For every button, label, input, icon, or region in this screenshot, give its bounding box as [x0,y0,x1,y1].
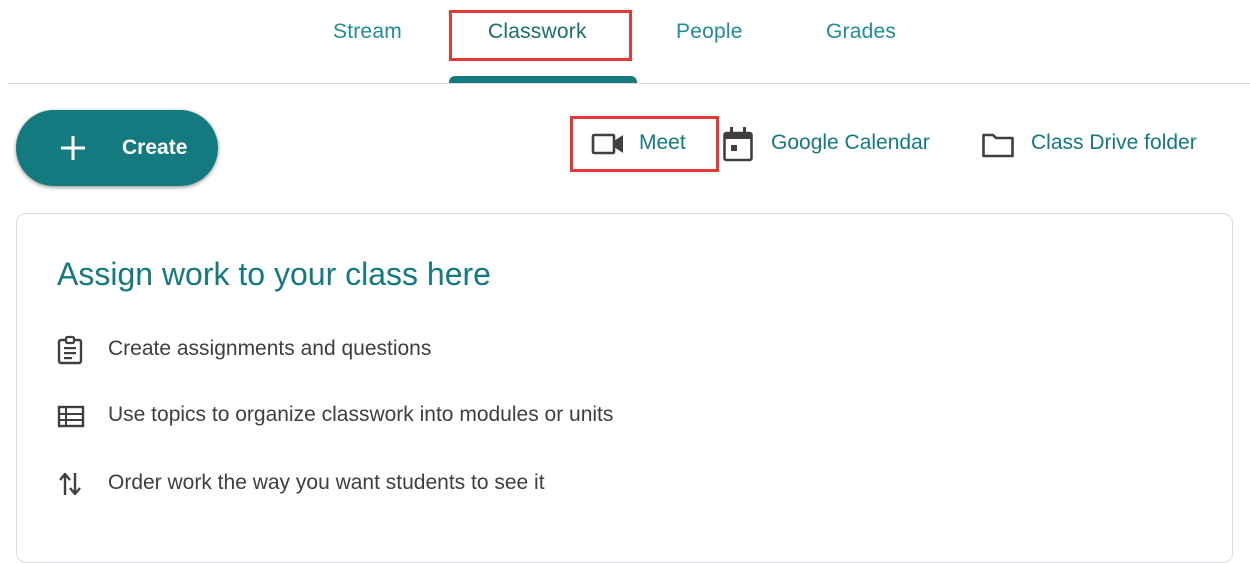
google-calendar-link[interactable]: Google Calendar [722,126,954,162]
assignment-icon [57,335,83,365]
create-button[interactable]: Create [16,110,218,186]
calendar-icon [723,127,753,162]
class-drive-folder-label: Class Drive folder [1031,131,1197,154]
tabs-divider [8,83,1250,84]
plus-icon [61,136,85,160]
topic-list-icon [57,405,85,428]
classwork-highlight-box [449,10,632,61]
tab-stream[interactable]: Stream [333,17,402,47]
tab-grades[interactable]: Grades [826,17,896,47]
card-item: Create assignments and questions [55,332,575,366]
card-item-label: Use topics to organize classwork into mo… [108,403,614,426]
meet-label: Meet [639,131,686,154]
card-item-label: Create assignments and questions [108,337,432,360]
video-camera-icon [591,133,623,155]
google-calendar-label: Google Calendar [771,131,930,154]
class-drive-folder-link[interactable]: Class Drive folder [981,126,1221,162]
reorder-icon [59,472,81,496]
card-item: Order work the way you want students to … [55,466,675,500]
card-title: Assign work to your class here [57,256,491,292]
meet-link[interactable]: Meet [590,126,702,162]
card-item: Use topics to organize classwork into mo… [55,398,755,432]
tab-people[interactable]: People [676,17,743,47]
folder-icon [982,133,1014,158]
create-button-label: Create [122,136,188,159]
card-item-label: Order work the way you want students to … [108,471,545,494]
